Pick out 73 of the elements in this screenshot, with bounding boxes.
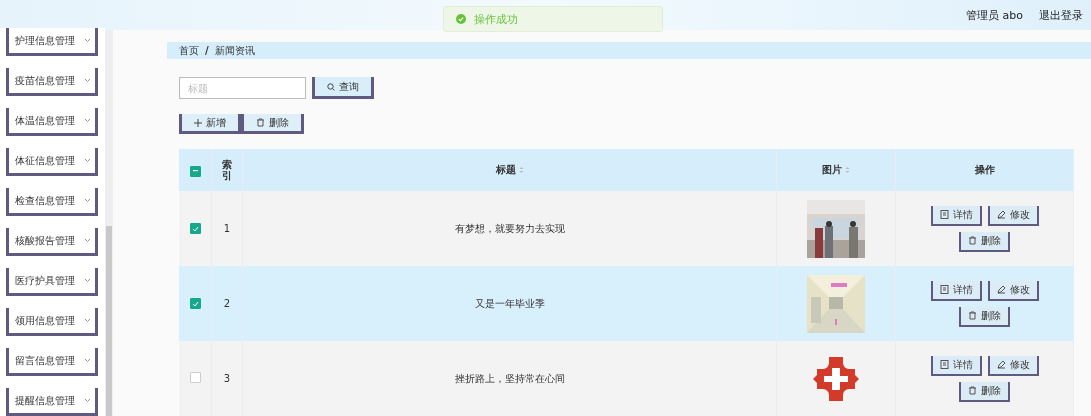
chevron-down-icon — [84, 118, 91, 123]
sidebar-item[interactable]: 检查信息管理 — [6, 188, 98, 216]
delete-button[interactable]: 删除 — [959, 306, 1010, 327]
scrollbar[interactable] — [105, 30, 113, 416]
user-name: 管理员 abo — [966, 7, 1023, 23]
index-cell: 3 — [223, 373, 231, 384]
breadcrumb-separator: / — [205, 45, 209, 56]
delete-button[interactable]: 删除 — [959, 231, 1010, 252]
sort-icon — [845, 166, 850, 174]
document-icon — [939, 210, 949, 219]
check-icon — [191, 225, 199, 232]
scrollbar-thumb[interactable] — [106, 226, 112, 416]
edit-icon — [996, 285, 1006, 294]
chevron-down-icon — [84, 278, 91, 283]
row-checkbox[interactable] — [189, 223, 201, 235]
chevron-down-icon — [84, 238, 91, 243]
sidebar-item[interactable]: 体温信息管理 — [6, 108, 98, 136]
row-checkbox[interactable] — [189, 372, 201, 383]
sort-icon — [518, 166, 524, 174]
query-button[interactable]: 查询 — [312, 77, 374, 99]
document-icon — [939, 285, 949, 294]
details-button[interactable]: 详情 — [930, 205, 982, 226]
check-circle-icon — [456, 14, 466, 24]
index-cell: 1 — [223, 223, 231, 234]
index-cell: 2 — [223, 298, 231, 309]
search-icon — [327, 82, 335, 91]
chevron-down-icon — [84, 318, 91, 323]
column-header[interactable]: 标题 — [495, 163, 524, 177]
details-button[interactable]: 详情 — [930, 280, 982, 301]
sidebar-item[interactable]: 领用信息管理 — [6, 308, 98, 336]
title-cell: 挫折路上，坚持常在心间 — [454, 372, 565, 384]
document-icon — [939, 360, 949, 369]
sidebar-item[interactable]: 体征信息管理 — [6, 148, 98, 176]
edit-button[interactable]: 修改 — [987, 280, 1039, 301]
toast-message: 操作成功 — [474, 11, 518, 27]
chevron-down-icon — [84, 398, 91, 403]
row-checkbox[interactable] — [189, 298, 201, 310]
plus-icon — [194, 118, 202, 127]
sidebar-item[interactable]: 核酸报告管理 — [6, 228, 98, 256]
column-header: 索引 — [222, 159, 232, 181]
edit-icon — [996, 210, 1006, 219]
title-search-field[interactable]: 标题 — [179, 77, 306, 99]
breadcrumb-link[interactable]: 首页 — [179, 43, 199, 58]
delete-button[interactable]: 删除 — [959, 381, 1010, 402]
column-header: 操作 — [974, 164, 995, 175]
details-button[interactable]: 详情 — [930, 355, 982, 376]
sidebar-item[interactable]: 疫苗信息管理 — [6, 68, 98, 96]
sidebar-item[interactable]: 留言信息管理 — [6, 348, 98, 376]
title-cell: 又是一年毕业季 — [474, 297, 545, 309]
trash-icon — [968, 386, 977, 395]
logout-link[interactable]: 退出登录 — [1039, 7, 1083, 23]
chevron-down-icon — [84, 78, 91, 83]
sidebar-item[interactable]: 提醒信息管理 — [6, 388, 98, 416]
column-header[interactable]: 图片 — [822, 163, 850, 177]
chevron-down-icon — [84, 358, 91, 363]
delete-button[interactable]: 删除 — [241, 114, 304, 134]
minus-icon — [192, 170, 198, 173]
chevron-down-icon — [84, 38, 91, 43]
check-icon — [191, 300, 199, 307]
chevron-down-icon — [84, 198, 91, 203]
add-button[interactable]: 新增 — [179, 114, 241, 134]
trash-icon — [968, 311, 977, 320]
edit-icon — [996, 360, 1006, 369]
sidebar-item[interactable]: 医疗护具管理 — [6, 268, 98, 296]
trash-icon — [968, 236, 977, 245]
chevron-down-icon — [84, 158, 91, 163]
sidebar-item[interactable]: 护理信息管理 — [6, 28, 98, 56]
title-cell: 有梦想，就要努力去实现 — [454, 222, 565, 234]
trash-icon — [256, 118, 265, 127]
select-all-checkbox[interactable] — [189, 165, 201, 177]
edit-button[interactable]: 修改 — [987, 205, 1039, 226]
edit-button[interactable]: 修改 — [987, 355, 1039, 376]
breadcrumb-link[interactable]: 新闻资讯 — [214, 43, 255, 58]
